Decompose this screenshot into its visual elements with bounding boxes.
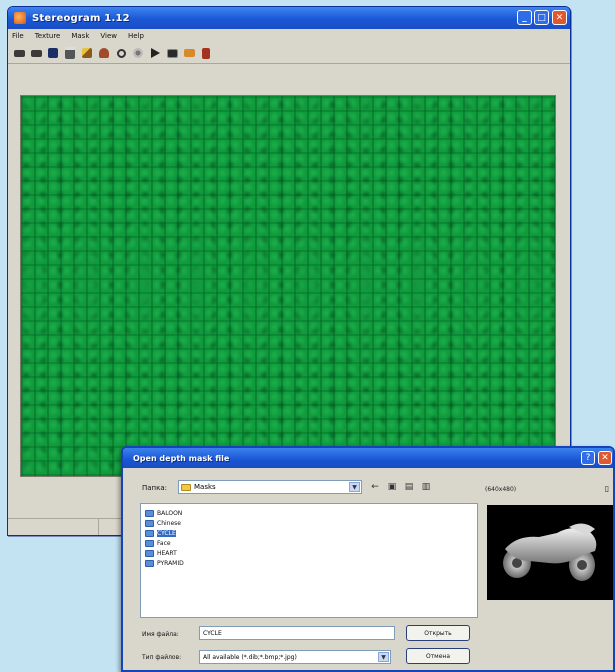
file-name-input[interactable]: CYCLE [199,626,395,640]
open-depth-mask-dialog: Open depth mask file ? ✕ Папка: Masks ▼ … [121,446,615,672]
depth-mask-preview [487,505,613,600]
wand-icon[interactable] [80,46,94,60]
title-bar[interactable]: Stereogram 1.12 _ □ ✕ [8,7,570,29]
status-pane [8,519,99,535]
new-folder-icon[interactable]: ▤ [402,480,416,494]
menu-texture[interactable]: Texture [35,32,61,40]
menu-mask[interactable]: Mask [71,32,89,40]
preview-toggle-icon[interactable]: ▯ [601,482,613,494]
menu-view[interactable]: View [100,32,117,40]
look-in-select[interactable]: Masks ▼ [178,480,362,494]
file-name-label: Имя файла: [142,631,179,638]
play-icon[interactable] [148,46,162,60]
open-icon[interactable] [29,46,43,60]
minimize-button[interactable]: _ [517,10,532,25]
motorcycle-preview-image [503,523,597,581]
export-icon[interactable] [182,46,196,60]
print-icon[interactable] [63,46,77,60]
new-icon[interactable] [12,46,26,60]
list-item[interactable]: BALOON [145,508,477,518]
list-item[interactable]: Chinese [145,518,477,528]
folder-icon [181,483,191,491]
list-item-selected[interactable]: CYCLE [145,528,477,538]
file-icon [145,549,154,557]
menu-file[interactable]: File [12,32,24,40]
file-list: BALOON Chinese CYCLE Face HEART PYRAMID [140,503,478,618]
menu-bar: File Texture Mask View Help [8,29,570,43]
menu-help[interactable]: Help [128,32,144,40]
settings-icon[interactable] [131,46,145,60]
preview-size-label: (640x480) [485,486,517,493]
exit-icon[interactable] [199,46,213,60]
file-icon [145,539,154,547]
look-in-value: Masks [194,483,216,491]
window-title: Stereogram 1.12 [32,12,130,24]
list-item[interactable]: PYRAMID [145,558,477,568]
cancel-button[interactable]: Отмена [406,648,470,664]
maximize-button[interactable]: □ [534,10,549,25]
look-in-label: Папка: [142,484,168,492]
help-button[interactable]: ? [581,451,595,465]
view-menu-icon[interactable]: ▥ [419,480,433,494]
dialog-close-button[interactable]: ✕ [598,451,612,465]
file-type-value: All available (*.dib;*.bmp;*.jpg) [203,653,297,661]
save-icon[interactable] [46,46,60,60]
app-icon [14,12,26,24]
close-button[interactable]: ✕ [552,10,567,25]
toolbar [8,43,570,64]
chevron-down-icon[interactable]: ▼ [378,652,389,662]
back-icon[interactable]: ← [368,480,382,494]
file-icon [145,559,154,567]
up-folder-icon[interactable]: ▣ [385,480,399,494]
zoom-icon[interactable] [114,46,128,60]
dialog-title: Open depth mask file [133,453,230,463]
file-icon [145,529,154,537]
file-type-select[interactable]: All available (*.dib;*.bmp;*.jpg) ▼ [199,650,391,664]
file-icon [145,519,154,527]
monitor-icon[interactable] [165,46,179,60]
stereogram-canvas[interactable] [20,95,556,477]
open-button[interactable]: Открыть [406,625,470,641]
file-icon [145,509,154,517]
list-item[interactable]: Face [145,538,477,548]
list-item[interactable]: HEART [145,548,477,558]
chevron-down-icon[interactable]: ▼ [349,482,360,492]
paint-icon[interactable] [97,46,111,60]
file-type-label: Тип файлов: [142,654,182,661]
dialog-title-bar[interactable]: Open depth mask file ? ✕ [123,448,613,468]
